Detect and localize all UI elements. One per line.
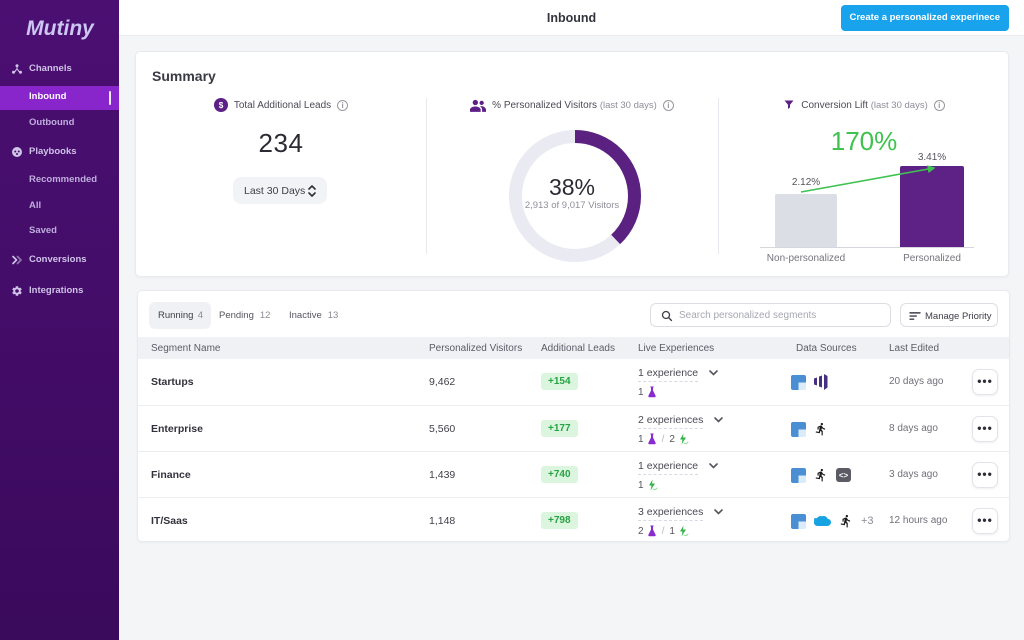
svg-text:$: $ — [219, 101, 224, 110]
svg-text:Mutiny: Mutiny — [26, 17, 95, 40]
svg-text:<>: <> — [839, 471, 849, 480]
